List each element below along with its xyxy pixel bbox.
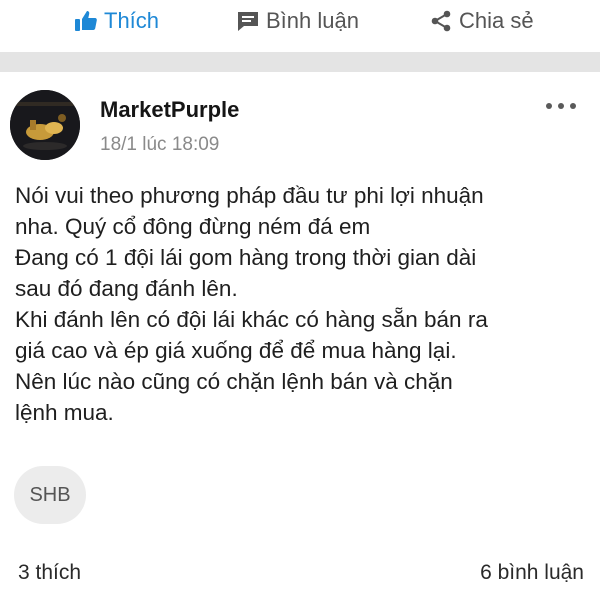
comment-icon bbox=[236, 9, 260, 33]
more-dot bbox=[570, 103, 576, 109]
comment-label: Bình luận bbox=[266, 8, 359, 33]
section-divider bbox=[0, 52, 600, 72]
likes-count[interactable]: 3 thích bbox=[18, 561, 81, 585]
share-label: Chia sẻ bbox=[459, 8, 534, 33]
post-text-line: sau đó đang đánh lên. bbox=[15, 276, 238, 301]
post-text-line: Nói vui theo phương pháp đầu tư phi lợi … bbox=[15, 183, 484, 208]
share-icon bbox=[429, 9, 453, 33]
post-text-line: lệnh mua. bbox=[15, 400, 114, 425]
like-label: Thích bbox=[104, 8, 160, 33]
post-text-line: Khi đánh lên có đội lái khác có hàng sẵn… bbox=[15, 307, 488, 332]
more-horizontal-icon[interactable] bbox=[546, 102, 576, 110]
stock-tag-chip[interactable]: SHB bbox=[14, 466, 86, 524]
post-text-line: giá cao và ép giá xuống để để mua hàng l… bbox=[15, 338, 457, 363]
thumbs-up-icon bbox=[74, 9, 98, 33]
more-dot bbox=[546, 103, 552, 109]
more-dot bbox=[558, 103, 564, 109]
avatar[interactable] bbox=[10, 90, 80, 160]
post-text-line: Nên lúc nào cũng có chặn lệnh bán và chặ… bbox=[15, 369, 453, 394]
post-text-line: nha. Quý cổ đông đừng ném đá em bbox=[15, 214, 371, 239]
post-body: Nói vui theo phương pháp đầu tư phi lợi … bbox=[15, 180, 590, 428]
post-text-line: Đang có 1 đội lái gom hàng trong thời gi… bbox=[15, 245, 477, 270]
comment-button[interactable]: Bình luận bbox=[236, 6, 359, 36]
post-timestamp: 18/1 lúc 18:09 bbox=[100, 134, 220, 155]
author-name[interactable]: MarketPurple bbox=[100, 97, 239, 123]
comments-count[interactable]: 6 bình luận bbox=[480, 561, 584, 585]
like-button[interactable]: Thích bbox=[74, 6, 159, 36]
share-button[interactable]: Chia sẻ bbox=[429, 6, 534, 36]
post-action-bar: Thích Bình luận Chia sẻ bbox=[0, 0, 600, 48]
post-header: MarketPurple 18/1 lúc 18:09 bbox=[0, 72, 600, 172]
